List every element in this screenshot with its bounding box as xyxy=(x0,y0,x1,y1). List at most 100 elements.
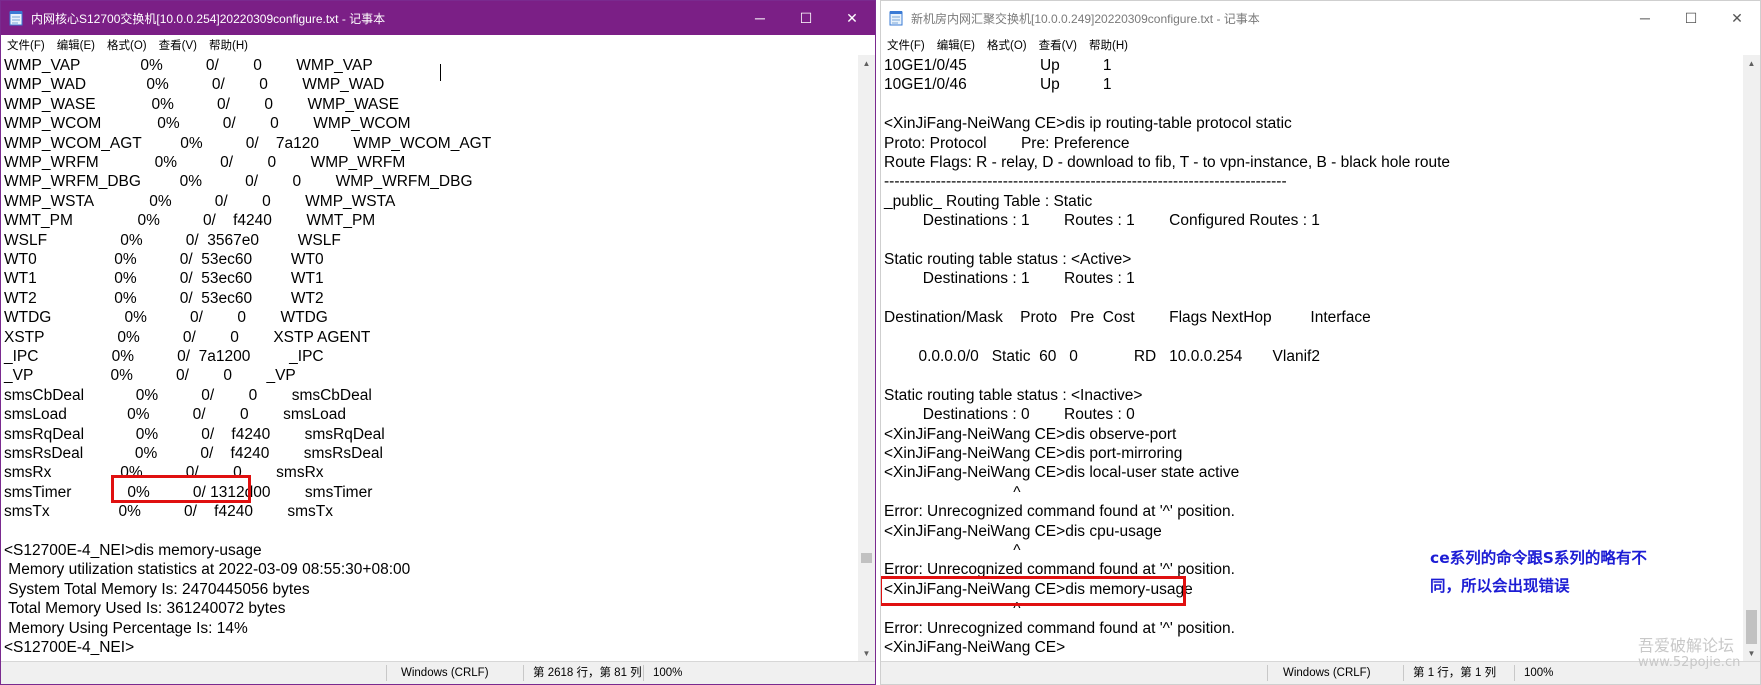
close-icon[interactable]: ✕ xyxy=(829,1,875,35)
notepad-icon xyxy=(889,10,903,26)
scroll-up-icon[interactable]: ▲ xyxy=(858,55,875,72)
window-title: 新机房内网汇聚交换机[10.0.0.249]20220309configure.… xyxy=(911,11,1260,26)
window-title: 内网核心S12700交换机[10.0.0.254]20220309configu… xyxy=(31,11,386,26)
text-line: _IPC 0% 0/ 7a1200 _IPC xyxy=(4,348,324,365)
text-line: Static routing table status : <Inactive> xyxy=(884,386,1143,404)
text-line: smsCbDeal 0% 0/ 0 smsCbDeal xyxy=(4,386,372,404)
text-line: Error: Unrecognized command found at '^'… xyxy=(884,503,1235,521)
text-line: <XinJiFang-NeiWang CE>dis ip routing-tab… xyxy=(884,115,1292,133)
text-line: Destination/Mask Proto Pre Cost Flags Ne… xyxy=(884,309,1371,327)
text-line: Error: Unrecognized command found at '^'… xyxy=(884,619,1235,637)
text-line: smsLoad 0% 0/ 0 smsLoad xyxy=(4,406,346,424)
text-line: WT0 0% 0/ 53ec60 WT0 xyxy=(4,251,324,268)
notepad-window-left: 内网核心S12700交换机[10.0.0.254]20220309configu… xyxy=(0,0,876,685)
text-line: WMP_WCOM_AGT 0% 0/ 7a120 WMP_WCOM_AGT xyxy=(4,134,492,152)
menu-edit[interactable]: 编辑(E) xyxy=(51,37,101,53)
text-line: Destinations : 1 Routes : 1 xyxy=(884,270,1135,288)
text-line: Static routing table status : <Active> xyxy=(884,251,1132,268)
status-divider xyxy=(1514,665,1515,681)
menu-format[interactable]: 格式(O) xyxy=(981,37,1033,53)
status-divider xyxy=(386,665,387,681)
scroll-thumb[interactable] xyxy=(1746,610,1757,644)
text-line: <XinJiFang-NeiWang CE>dis observe-port xyxy=(884,425,1177,443)
text-line: 0.0.0.0/0 Static 60 0 RD 10.0.0.254 Vlan… xyxy=(884,348,1320,365)
text-line: WSLF 0% 0/ 3567e0 WSLF xyxy=(4,231,341,249)
text-line: smsTx 0% 0/ f4240 smsTx xyxy=(4,503,334,521)
vertical-scrollbar[interactable]: ▲ ▼ xyxy=(1743,55,1760,662)
text-line: _VP 0% 0/ 0 _VP xyxy=(4,367,296,385)
menu-file[interactable]: 文件(F) xyxy=(1,37,51,53)
scroll-thumb[interactable] xyxy=(861,553,872,563)
text-line: smsRqDeal 0% 0/ f4240 smsRqDeal xyxy=(4,425,385,443)
minimize-icon[interactable]: ─ xyxy=(1622,1,1668,35)
text-line: Memory Using Percentage Is: 14% xyxy=(4,619,248,637)
maximize-icon[interactable]: ☐ xyxy=(1668,1,1714,35)
text-line: WMP_WASE 0% 0/ 0 WMP_WASE xyxy=(4,95,400,113)
text-line: <S12700E-4_NEI>dis memory-usage xyxy=(4,542,262,559)
notepad-icon xyxy=(9,10,23,26)
watermark-url: www.52pojie.cn xyxy=(1638,655,1741,670)
watermark-title: 吾爱破解论坛 xyxy=(1638,636,1735,655)
menu-help[interactable]: 帮助(H) xyxy=(203,37,254,53)
menu-edit[interactable]: 编辑(E) xyxy=(931,37,981,53)
menu-format[interactable]: 格式(O) xyxy=(101,37,153,53)
text-line: Destinations : 0 Routes : 0 xyxy=(884,406,1135,424)
text-line: Proto: Protocol Pre: Preference xyxy=(884,134,1130,152)
text-line: WMP_WRFM_DBG 0% 0/ 0 WMP_WRFM_DBG xyxy=(4,173,473,191)
text-line: WT1 0% 0/ 53ec60 WT1 xyxy=(4,270,324,288)
menu-bar: 文件(F) 编辑(E) 格式(O) 查看(V) 帮助(H) xyxy=(881,35,1760,55)
text-line: smsRsDeal 0% 0/ f4240 smsRsDeal xyxy=(4,445,384,462)
text-line: <XinJiFang-NeiWang CE>dis port-mirroring xyxy=(884,445,1183,462)
status-encoding: Windows (CRLF) xyxy=(401,667,489,679)
text-line: Memory utilization statistics at 2022-03… xyxy=(4,561,411,579)
text-line: WT2 0% 0/ 53ec60 WT2 xyxy=(4,289,324,307)
text-line: <S12700E-4_NEI> xyxy=(4,639,135,656)
scroll-up-icon[interactable]: ▲ xyxy=(1743,55,1760,72)
text-line: WMP_VAP 0% 0/ 0 WMP_VAP xyxy=(4,57,373,74)
annotation-note: ce系列的命令跟S系列的略有不 同，所以会出现错误 xyxy=(1430,549,1647,595)
close-icon[interactable]: ✕ xyxy=(1714,1,1760,35)
status-bar: Windows (CRLF) 第 2618 行，第 81 列 100% xyxy=(1,661,875,684)
text-line: ^ xyxy=(884,542,1021,559)
text-line: WTDG 0% 0/ 0 WTDG xyxy=(4,309,328,327)
text-line: <XinJiFang-NeiWang CE>dis local-user sta… xyxy=(884,464,1240,482)
text-line: _public_ Routing Table : Static xyxy=(884,192,1093,210)
scroll-down-icon[interactable]: ▼ xyxy=(1743,645,1760,662)
status-divider xyxy=(643,665,644,681)
title-bar[interactable]: 新机房内网汇聚交换机[10.0.0.249]20220309configure.… xyxy=(881,1,1760,35)
text-line: WMP_WAD 0% 0/ 0 WMP_WAD xyxy=(4,76,385,94)
highlight-box-command xyxy=(111,475,251,503)
minimize-icon[interactable]: ─ xyxy=(737,1,783,35)
status-divider xyxy=(523,665,524,681)
text-line: Total Memory Used Is: 361240072 bytes xyxy=(4,600,286,618)
text-line: ----------------------------------------… xyxy=(884,173,1287,191)
menu-help[interactable]: 帮助(H) xyxy=(1083,37,1134,53)
status-position: 第 2618 行，第 81 列 xyxy=(533,667,642,679)
text-line: <XinJiFang-NeiWang CE>dis cpu-usage xyxy=(884,522,1162,540)
menu-file[interactable]: 文件(F) xyxy=(881,37,931,53)
text-line: WMP_WSTA 0% 0/ 0 WMP_WSTA xyxy=(4,192,396,210)
status-zoom: 100% xyxy=(653,667,683,679)
text-caret xyxy=(440,64,441,81)
menu-bar: 文件(F) 编辑(E) 格式(O) 查看(V) 帮助(H) xyxy=(1,35,875,55)
menu-view[interactable]: 查看(V) xyxy=(1033,37,1083,53)
text-line: Route Flags: R - relay, D - download to … xyxy=(884,154,1451,171)
text-editor-area[interactable]: WMP_VAP 0% 0/ 0 WMP_VAP WMP_WAD 0% 0/ 0 W… xyxy=(1,55,858,662)
status-position: 第 1 行，第 1 列 xyxy=(1413,667,1497,679)
vertical-scrollbar[interactable]: ▲ ▼ xyxy=(858,55,875,662)
title-bar[interactable]: 内网核心S12700交换机[10.0.0.254]20220309configu… xyxy=(1,1,875,35)
status-divider xyxy=(1267,665,1268,681)
scroll-down-icon[interactable]: ▼ xyxy=(858,645,875,662)
maximize-icon[interactable]: ☐ xyxy=(783,1,829,35)
status-bar: Windows (CRLF) 第 1 行，第 1 列 100% xyxy=(881,661,1760,684)
status-encoding: Windows (CRLF) xyxy=(1283,667,1371,679)
text-line: XSTP 0% 0/ 0 XSTP AGENT xyxy=(4,328,371,346)
menu-view[interactable]: 查看(V) xyxy=(153,37,203,53)
text-line: 10GE1/0/45 Up 1 xyxy=(884,57,1112,74)
status-divider xyxy=(1403,665,1404,681)
text-line: System Total Memory Is: 2470445056 bytes xyxy=(4,580,310,598)
text-line: 10GE1/0/46 Up 1 xyxy=(884,76,1112,94)
text-line: ^ xyxy=(884,483,1021,501)
text-line: WMT_PM 0% 0/ f4240 WMT_PM xyxy=(4,212,376,230)
status-zoom: 100% xyxy=(1524,667,1554,679)
